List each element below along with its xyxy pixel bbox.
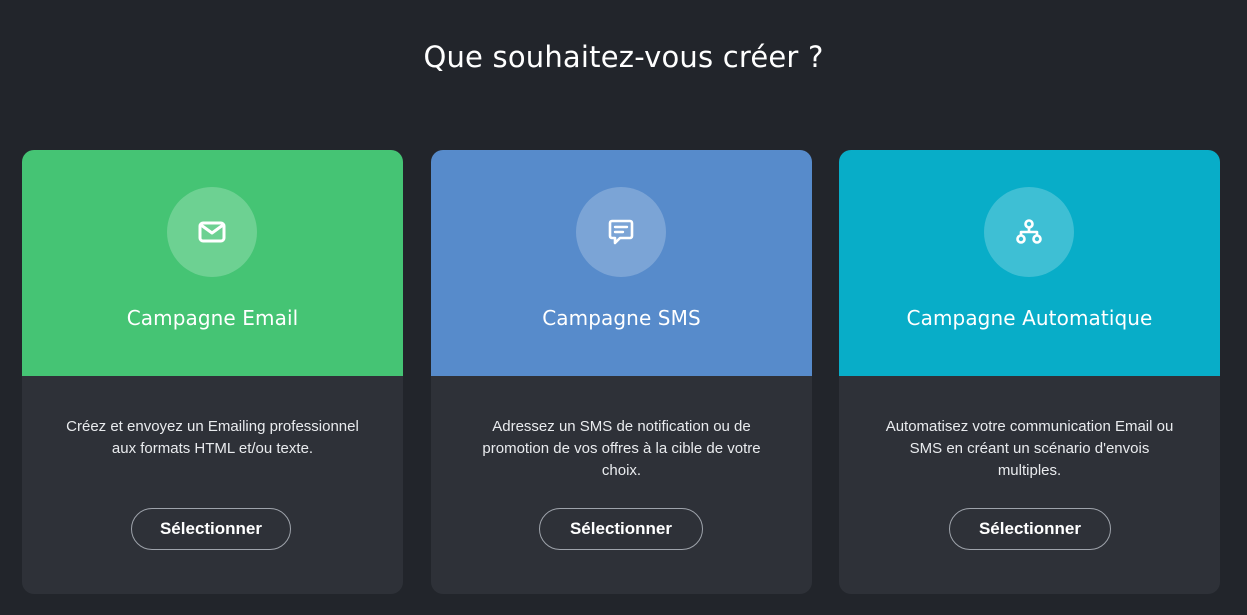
message-icon <box>608 219 634 245</box>
workflow-icon <box>1016 219 1042 244</box>
automatic-card-title: Campagne Automatique <box>906 306 1153 330</box>
sms-card-description: Adressez un SMS de notification ou de pr… <box>482 418 761 479</box>
select-sms-button[interactable]: Sélectionner <box>539 508 703 550</box>
sms-card-header: Campagne SMS <box>431 150 812 376</box>
page-title: Que souhaitez-vous créer ? <box>423 40 824 74</box>
sms-icon-circle <box>576 187 666 277</box>
automatic-icon-circle <box>984 187 1074 277</box>
sms-campaign-card[interactable]: Campagne SMS Adressez un SMS de notifica… <box>431 150 812 594</box>
email-icon-circle <box>167 187 257 277</box>
select-automatic-button[interactable]: Sélectionner <box>949 508 1111 550</box>
select-email-button[interactable]: Sélectionner <box>131 508 291 550</box>
automatic-campaign-card[interactable]: Campagne Automatique Automatisez votre c… <box>839 150 1220 594</box>
email-card-header: Campagne Email <box>22 150 403 376</box>
email-card-description: Créez et envoyez un Emailing professionn… <box>66 418 359 457</box>
automatic-card-description: Automatisez votre communication Email ou… <box>885 418 1174 479</box>
email-card-title: Campagne Email <box>126 306 299 330</box>
automatic-card-header: Campagne Automatique <box>839 150 1220 376</box>
email-campaign-card[interactable]: Campagne Email Créez et envoyez un Email… <box>22 150 403 594</box>
envelope-icon <box>198 221 226 243</box>
sms-card-title: Campagne SMS <box>542 306 701 330</box>
